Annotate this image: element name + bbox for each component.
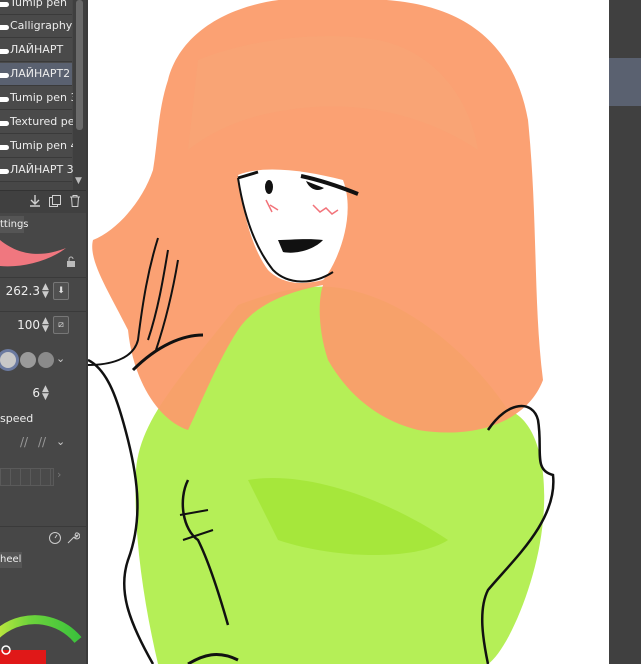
brush-stroke-icon	[0, 121, 9, 126]
wrench-icon[interactable]	[66, 531, 81, 548]
brush-item-label: ЛАЙНАРТ2	[10, 67, 71, 80]
brush-item-label: Tumip pen 4	[10, 139, 78, 152]
duplicate-icon[interactable]	[48, 194, 62, 208]
brush-panel: Tumip pen Calligraphy ЛАЙНАРТ ЛАЙНАРТ2 T…	[0, 0, 86, 664]
brush-stroke-icon	[0, 2, 9, 7]
trash-icon[interactable]	[68, 194, 82, 208]
opacity-row: 100 ▲ ▼ ⧄	[0, 311, 86, 340]
brush-item-label: Tumip pen	[10, 0, 67, 9]
brush-list-scrollbar[interactable]: ▼	[73, 0, 86, 190]
swatch-strip: ›	[0, 466, 86, 486]
pressure-icon[interactable]: ⬇	[53, 282, 69, 300]
brush-item-lineart-3[interactable]: ЛАЙНАРТ 3	[0, 159, 74, 182]
right-panel-highlight	[609, 58, 641, 106]
texture-icon: //	[38, 435, 47, 449]
brush-stroke-icon	[0, 97, 9, 102]
lock-icon[interactable]	[66, 256, 76, 271]
drawing-canvas[interactable]	[88, 0, 609, 664]
brush-item-label: ЛАЙНАРТ 3	[10, 163, 74, 176]
brush-toolbar	[0, 190, 86, 213]
brush-item-label: Tumip pen 3	[10, 91, 78, 104]
brush-list: Tumip pen Calligraphy ЛАЙНАРТ ЛАЙНАРТ2 T…	[0, 0, 81, 182]
brush-stroke-icon	[0, 25, 9, 30]
tab-tool-settings[interactable]: ttings	[0, 216, 29, 233]
stabilization-value[interactable]: 6	[32, 386, 40, 400]
brush-item-lineart2[interactable]: ЛАЙНАРТ2	[0, 63, 72, 86]
opacity-mode-icon[interactable]: ⧄	[53, 316, 69, 334]
brush-tip-hard[interactable]	[0, 352, 16, 368]
brush-size-spinner[interactable]: ▲ ▼	[42, 283, 49, 300]
opacity-value[interactable]: 100	[17, 318, 40, 332]
brush-tip-selector: ⌄	[0, 348, 86, 374]
brush-item-label: Textured pen	[10, 115, 82, 128]
brush-item-tumip-pen[interactable]: Tumip pen	[0, 0, 72, 15]
speed-label: speed	[0, 412, 34, 425]
texture-icon: //	[20, 435, 29, 449]
tab-color-wheel[interactable]: heel	[0, 552, 22, 568]
swatch-boxes[interactable]	[0, 468, 54, 486]
brush-stroke-icon	[0, 169, 9, 174]
texture-selector[interactable]: // // ⌄	[0, 432, 86, 454]
brush-size-row: 262.3 ▲ ▼ ⬇	[0, 277, 86, 306]
color-wheel[interactable]	[0, 570, 86, 664]
brush-tip-medium[interactable]	[20, 352, 36, 368]
brush-item-lineart[interactable]: ЛАЙНАРТ	[0, 39, 72, 62]
settings-toolbar	[0, 526, 86, 549]
brush-item-label: ЛАЙНАРТ	[10, 43, 64, 56]
chevron-right-icon[interactable]: ›	[57, 468, 61, 481]
gauge-icon[interactable]	[48, 531, 62, 548]
chevron-down-icon[interactable]: ▼	[75, 176, 82, 186]
scrollbar-thumb[interactable]	[76, 0, 83, 130]
brush-stroke-icon	[0, 49, 9, 54]
brush-item-textured-pen[interactable]: Textured pen	[0, 111, 81, 134]
stabilization-row: 6 ▲ ▼	[0, 380, 86, 408]
brush-stroke-icon	[0, 73, 9, 78]
brush-preview	[0, 236, 86, 276]
chevron-down-icon[interactable]: ⌄	[56, 352, 65, 365]
stabilization-spinner[interactable]: ▲ ▼	[42, 385, 49, 402]
download-icon[interactable]	[28, 194, 42, 208]
brush-item-label: Calligraphy	[10, 19, 73, 32]
chevron-down-icon[interactable]: ⌄	[56, 435, 65, 448]
brush-size-value[interactable]: 262.3	[6, 284, 40, 298]
color-wheel-panel	[0, 570, 86, 664]
right-panel-strip	[609, 0, 641, 664]
brush-item-tumip-pen-4[interactable]: Tumip pen 4	[0, 135, 78, 158]
brush-item-tumip-pen-3[interactable]: Tumip pen 3	[0, 87, 78, 110]
brush-item-calligraphy[interactable]: Calligraphy	[0, 15, 72, 38]
opacity-spinner[interactable]: ▲ ▼	[42, 317, 49, 334]
brush-tip-soft[interactable]	[38, 352, 54, 368]
brush-stroke-icon	[0, 145, 9, 150]
